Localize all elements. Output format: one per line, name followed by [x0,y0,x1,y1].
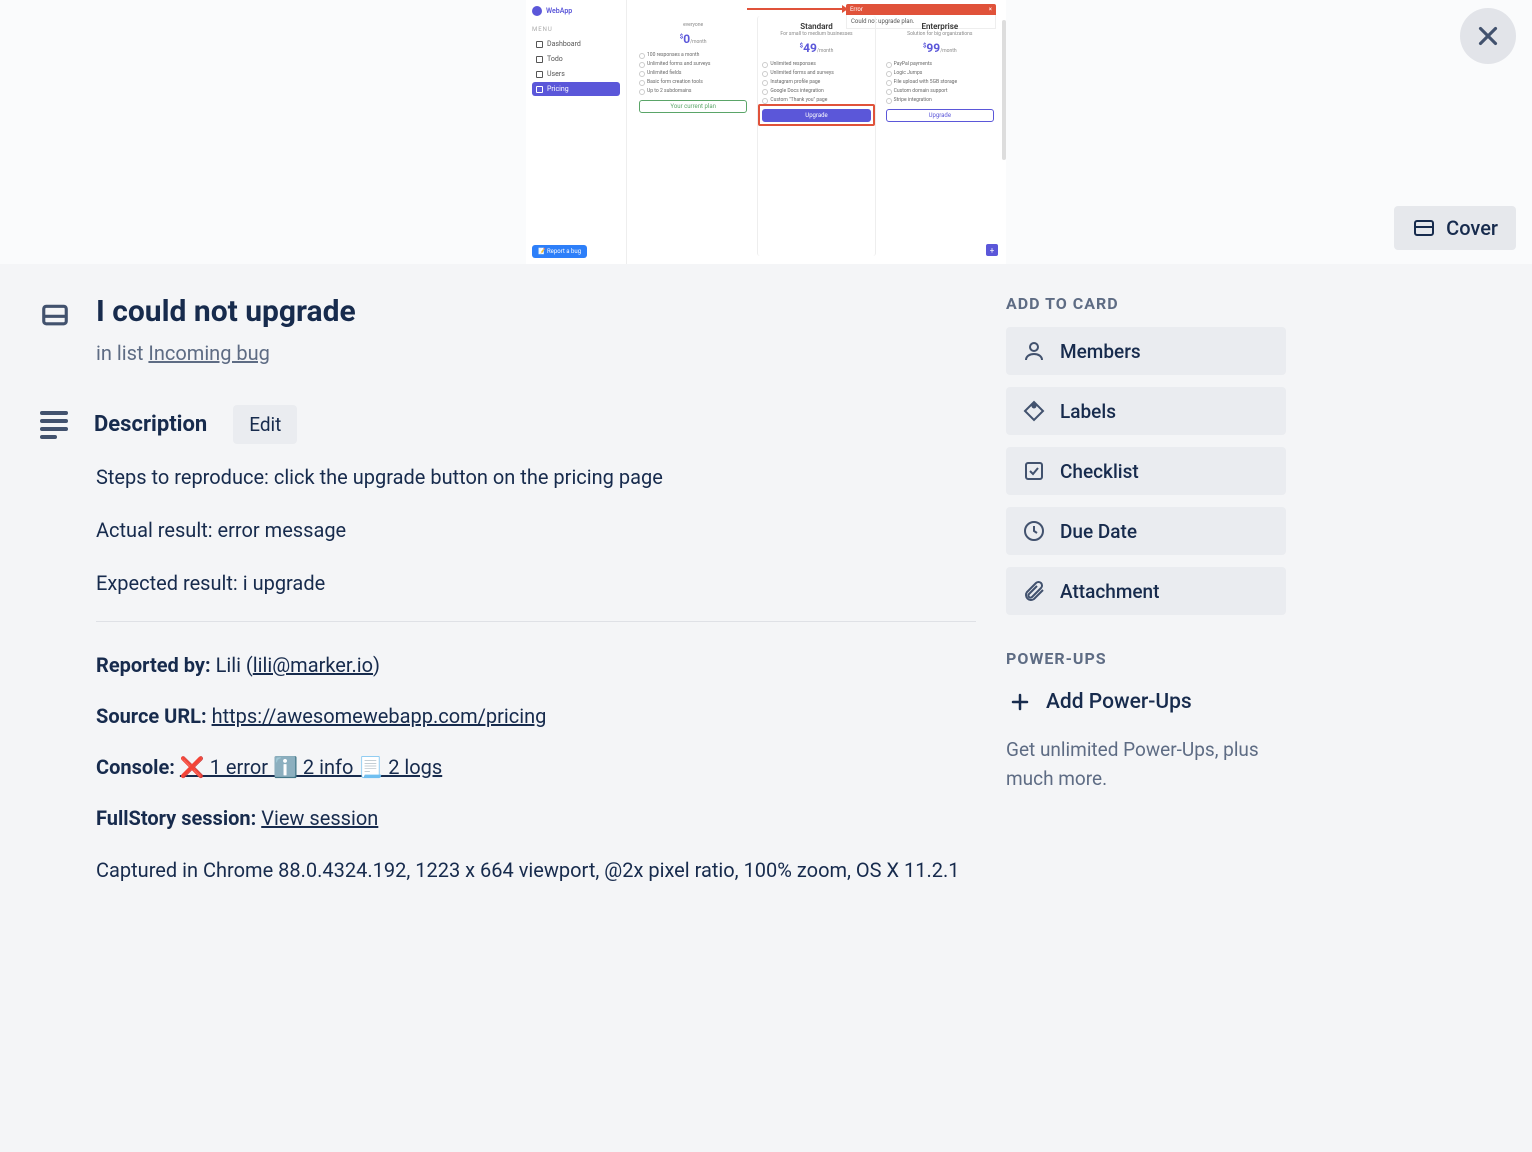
console-line: Console: ❌ 1 error ℹ️ 2 info 📃 2 logs [96,752,976,783]
arrow-icon [747,8,847,10]
captured-info: Captured in Chrome 88.0.4324.192, 1223 x… [96,854,976,886]
reported-by: Reported by: Lili (lili@marker.io) [96,650,976,681]
source-url-link[interactable]: https://awesomewebapp.com/pricing [212,704,547,728]
in-list: in list Incoming bug [96,341,976,365]
checklist-icon [1022,459,1046,483]
labels-label: Labels [1060,400,1116,423]
description-heading: Description [94,412,207,437]
report-bug: 📝 Report a bug [532,245,587,258]
description-icon [40,411,68,439]
card-title[interactable]: I could not upgrade [96,294,356,329]
add-powerups-label: Add Power-Ups [1046,690,1192,714]
plan-free: everyone $0/month 100 responses a month … [635,16,751,256]
add-to-card-heading: ADD TO CARD [1006,294,1286,313]
fab-add: + [986,244,998,256]
close-icon [1473,21,1503,51]
members-icon [1022,339,1046,363]
actual-line: Actual result: error message [96,515,976,546]
highlight-box [758,104,874,126]
plan-standard: Standard For small to medium businesses … [757,16,875,256]
plan-enterprise: Enterprise Solution for big organization… [882,16,998,256]
powerups-heading: POWER-UPS [1006,649,1286,668]
reporter-email-link[interactable]: lili@marker.io [253,653,373,677]
webapp-logo: WebApp [532,6,620,16]
nav-dashboard: Dashboard [532,37,620,51]
due-date-label: Due Date [1060,520,1137,543]
labels-button[interactable]: Labels [1006,387,1286,435]
divider [96,621,976,622]
due-date-button[interactable]: Due Date [1006,507,1286,555]
description-body[interactable]: Steps to reproduce: click the upgrade bu… [96,462,976,886]
cover-icon [1412,216,1436,240]
checklist-label: Checklist [1060,460,1139,483]
steps-line: Steps to reproduce: click the upgrade bu… [96,462,976,493]
clock-icon [1022,519,1046,543]
cover-image: WebApp MENU Dashboard Todo Users Pricing… [526,0,1006,264]
checklist-button[interactable]: Checklist [1006,447,1286,495]
nav-users: Users [532,67,620,81]
nav-todo: Todo [532,52,620,66]
attachment-icon [1022,579,1046,603]
fullstory-link[interactable]: View session [261,806,378,830]
card-icon [40,300,70,335]
members-button[interactable]: Members [1006,327,1286,375]
menu-label: MENU [532,26,620,33]
powerups-note: Get unlimited Power-Ups, plus much more. [1006,736,1286,793]
close-button[interactable] [1460,8,1516,64]
plus-icon [1008,690,1032,714]
console-link[interactable]: ❌ 1 error ℹ️ 2 info 📃 2 logs [180,755,442,779]
fullstory-line: FullStory session: View session [96,803,976,834]
add-powerups-button[interactable]: Add Power-Ups [1006,682,1286,722]
source-url: Source URL: https://awesomewebapp.com/pr… [96,701,976,732]
labels-icon [1022,399,1046,423]
scrollbar [1002,20,1006,160]
list-link[interactable]: Incoming bug [148,341,269,365]
members-label: Members [1060,340,1141,363]
cover-button-label: Cover [1446,216,1498,240]
cover-button[interactable]: Cover [1394,206,1516,250]
edit-button[interactable]: Edit [233,405,297,444]
attachment-label: Attachment [1060,580,1159,603]
expected-line: Expected result: i upgrade [96,568,976,599]
cover-area: WebApp MENU Dashboard Todo Users Pricing… [0,0,1532,264]
attachment-button[interactable]: Attachment [1006,567,1286,615]
nav-pricing: Pricing [532,82,620,96]
